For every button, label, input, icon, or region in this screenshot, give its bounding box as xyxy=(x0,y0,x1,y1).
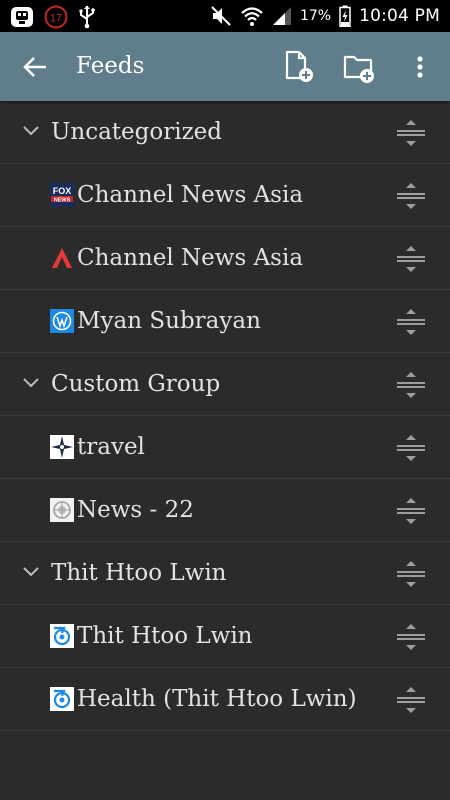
drag-handle-icon[interactable] xyxy=(395,245,427,273)
feed-row[interactable]: News - 22 xyxy=(0,479,450,542)
feed-row[interactable]: Channel News Asia xyxy=(0,227,450,290)
chevron-down-icon[interactable] xyxy=(22,377,40,389)
wifi-icon xyxy=(241,7,263,26)
add-folder-icon[interactable] xyxy=(343,50,375,84)
feed-row[interactable]: Thit Htoo Lwin xyxy=(0,605,450,668)
red-chevron-logo-icon xyxy=(52,248,72,268)
calendar-badge-icon: 17 xyxy=(44,5,68,29)
group-label: Uncategorized xyxy=(51,119,223,145)
svg-text:NEWS: NEWS xyxy=(54,197,71,203)
svg-text:FOX: FOX xyxy=(53,186,72,196)
fox-news-icon: FOX NEWS xyxy=(50,183,74,207)
feed-label: News - 22 xyxy=(77,497,194,523)
travel-compass-icon xyxy=(50,435,74,459)
drag-handle-icon[interactable] xyxy=(395,434,427,462)
feed-label: Channel News Asia xyxy=(77,182,304,208)
feed-label: travel xyxy=(77,434,145,460)
feed-row[interactable]: travel xyxy=(0,416,450,479)
group-row[interactable]: Thit Htoo Lwin xyxy=(0,542,450,605)
feed-label: Thit Htoo Lwin xyxy=(77,623,253,649)
overflow-menu-icon[interactable] xyxy=(408,50,432,84)
chevron-down-icon[interactable] xyxy=(22,125,40,137)
status-bar: 17 17% 10:04 PM xyxy=(0,0,450,32)
group-label: Custom Group xyxy=(51,371,221,397)
feed-row[interactable]: Myan Subrayan xyxy=(0,290,450,353)
wordpress-icon xyxy=(50,309,74,333)
drag-handle-icon[interactable] xyxy=(395,560,427,588)
group-label: Thit Htoo Lwin xyxy=(51,560,227,586)
drag-handle-icon[interactable] xyxy=(395,686,427,714)
signal-icon xyxy=(272,7,291,25)
add-feed-icon[interactable] xyxy=(283,50,315,84)
drag-handle-icon[interactable] xyxy=(395,623,427,651)
status-right-icons: 17% 10:04 PM xyxy=(210,0,440,32)
battery-percent: 17% xyxy=(299,8,332,24)
feed-label: Health (Thit Htoo Lwin) xyxy=(77,686,357,712)
status-clock: 10:04 PM xyxy=(359,6,440,26)
drag-handle-icon[interactable] xyxy=(395,182,427,210)
chevron-down-icon[interactable] xyxy=(22,566,40,578)
usb-icon xyxy=(79,5,95,29)
mute-icon xyxy=(211,6,231,26)
app-notification-icon xyxy=(11,7,33,27)
drag-handle-icon[interactable] xyxy=(395,308,427,336)
drag-handle-icon[interactable] xyxy=(395,371,427,399)
status-left-icons: 17 xyxy=(10,5,96,29)
group-row[interactable]: Custom Group xyxy=(0,353,450,416)
feed-label: Channel News Asia xyxy=(77,245,304,271)
thit-htoo-lwin-logo-icon xyxy=(50,687,74,711)
feed-row[interactable]: Health (Thit Htoo Lwin) xyxy=(0,668,450,731)
notification-badge-text: 17 xyxy=(50,13,62,25)
feed-label: Myan Subrayan xyxy=(77,308,261,334)
news-globe-icon xyxy=(50,498,74,522)
battery-charging-icon xyxy=(339,5,351,27)
drag-handle-icon[interactable] xyxy=(395,119,427,147)
app-bar: Feeds xyxy=(0,32,450,101)
drag-handle-icon[interactable] xyxy=(395,497,427,525)
feed-list: Uncategorized FOX NEWS Channel News Asia… xyxy=(0,101,450,731)
arrow-back-icon[interactable] xyxy=(22,54,48,80)
feed-row[interactable]: FOX NEWS Channel News Asia xyxy=(0,164,450,227)
thit-htoo-lwin-logo-icon xyxy=(50,624,74,648)
page-title: Feeds xyxy=(76,53,145,79)
group-row[interactable]: Uncategorized xyxy=(0,101,450,164)
